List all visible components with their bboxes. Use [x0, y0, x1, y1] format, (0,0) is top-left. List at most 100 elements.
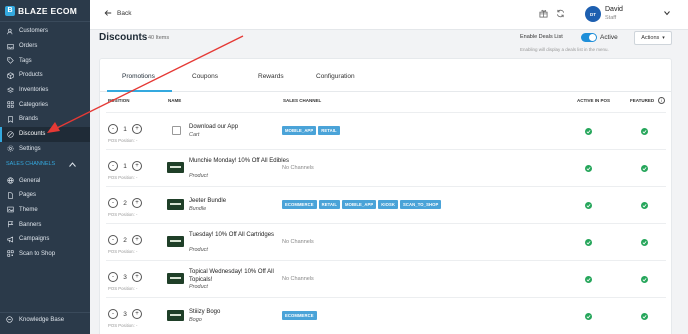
position-value: 2 [123, 199, 127, 207]
discount-name[interactable]: Tuesday! 10% Off All Cartridges [189, 231, 289, 239]
tab-rewards[interactable]: Rewards [258, 73, 284, 80]
file-icon [6, 191, 14, 199]
sidebar-item-inventories[interactable]: Inventories [0, 83, 90, 98]
active-in-pos-check-icon [585, 313, 592, 320]
decrement-button[interactable]: - [108, 198, 118, 208]
sidebar-item-orders[interactable]: Orders [0, 39, 90, 54]
increment-button[interactable]: + [132, 272, 142, 282]
refresh-icon[interactable] [556, 9, 565, 18]
sidebar-item-label: Theme [19, 206, 38, 213]
pos-position-caption: POS Position: - [108, 249, 138, 254]
table-row[interactable]: -3 + POS Position: - Topical Wednesday! 10%… [106, 260, 666, 297]
tab-configuration[interactable]: Configuration [316, 73, 355, 80]
sidebar-item-settings[interactable]: Settings [0, 142, 90, 157]
avatar[interactable]: DT [585, 6, 601, 22]
sidebar-item-categories[interactable]: Categories [0, 97, 90, 112]
knowledge-base-link[interactable]: Knowledge Base [0, 312, 90, 326]
back-button[interactable]: Back [104, 9, 131, 17]
sidebar-item-scan-to-shop[interactable]: Scan to Shop [0, 247, 90, 262]
table-row[interactable]: -1 + POS Position: - Munchie Monday! 10% Of… [106, 149, 666, 186]
table-row[interactable]: -2 + POS Position: - Tuesday! 10% Off All C… [106, 223, 666, 260]
discount-type: Product [189, 284, 208, 290]
layers-icon [6, 86, 14, 94]
col-sales-channel[interactable]: SALES CHANNEL [283, 98, 321, 103]
table-header: POSITION NAME SALES CHANNEL ACTIVE IN PO… [100, 97, 671, 107]
globe-icon [6, 177, 14, 185]
table-row[interactable]: -1 + POS Position: - Download our App Cart MO… [106, 112, 666, 149]
sidebar-item-general[interactable]: General [0, 173, 90, 188]
gift-icon[interactable] [539, 9, 548, 18]
increment-button[interactable]: + [132, 235, 142, 245]
discount-name[interactable]: Topical Wednesday! 10% Off All Topicals! [189, 268, 289, 284]
decrement-button[interactable]: - [108, 272, 118, 282]
help-icon[interactable]: i [658, 97, 665, 104]
actions-dropdown[interactable]: Actions ▾ [634, 31, 672, 45]
discount-name[interactable]: Stiiizy Bogo [189, 308, 289, 316]
inbox-icon [6, 42, 14, 50]
sidebar-item-label: Inventories [19, 87, 49, 94]
col-name[interactable]: NAME [168, 98, 181, 103]
increment-button[interactable]: + [132, 198, 142, 208]
discount-type: Product [189, 247, 208, 253]
discount-name[interactable]: Munchie Monday! 10% Off All Edibles [189, 157, 289, 165]
sidebar-item-discounts[interactable]: Discounts [0, 126, 90, 142]
increment-button[interactable]: + [132, 124, 142, 134]
sidebar-item-banners[interactable]: Banners [0, 217, 90, 232]
sidebar-item-theme[interactable]: Theme [0, 203, 90, 218]
decrement-button[interactable]: - [108, 161, 118, 171]
tab-promotions[interactable]: Promotions [122, 73, 155, 80]
chevron-down-icon[interactable] [664, 10, 670, 16]
sidebar-item-products[interactable]: Products [0, 68, 90, 83]
table-row[interactable]: -3 + POS Position: - Stiiizy Bogo Bogo ECOMME… [106, 297, 666, 334]
user-name[interactable]: David [605, 6, 623, 13]
col-active-in-pos[interactable]: ACTIVE IN POS [577, 98, 610, 103]
sidebar-item-label: Tags [19, 57, 32, 64]
active-in-pos-check-icon [585, 202, 592, 209]
brand-logo[interactable]: B BLAZE ECOM [0, 0, 90, 22]
discount-type: Bogo [189, 317, 202, 323]
featured-check-icon [641, 239, 648, 246]
sidebar-item-label: Settings [19, 145, 41, 152]
tag-icon [6, 57, 14, 65]
qr-icon [6, 250, 14, 258]
tab-coupons[interactable]: Coupons [192, 73, 218, 80]
col-featured[interactable]: FEATURED [630, 98, 654, 103]
decrement-button[interactable]: - [108, 235, 118, 245]
sidebar-item-campaigns[interactable]: Campaigns [0, 232, 90, 247]
enable-deals-toggle[interactable] [581, 33, 597, 42]
sidebar-item-tags[interactable]: Tags [0, 53, 90, 68]
sidebar-item-label: Customers [19, 28, 49, 35]
book-icon [6, 316, 14, 324]
logo-icon: B [5, 5, 15, 16]
page-title: Discounts [99, 32, 148, 43]
increment-button[interactable]: + [132, 161, 142, 171]
active-tab-indicator [107, 90, 172, 92]
sidebar-item-label: Categories [19, 101, 49, 108]
active-in-pos-check-icon [585, 128, 592, 135]
user-role: Staff [605, 15, 617, 21]
sales-channels-header[interactable]: SALES CHANNELS [0, 157, 90, 171]
decrement-button[interactable]: - [108, 309, 118, 319]
channel-badge: MOBILE_APP [342, 200, 377, 209]
enable-deals-help: Enabling will display a deals list in th… [520, 47, 609, 52]
position-value: 1 [123, 125, 127, 133]
increment-button[interactable]: + [132, 309, 142, 319]
sidebar-item-pages[interactable]: Pages [0, 188, 90, 203]
decrement-button[interactable]: - [108, 124, 118, 134]
position-stepper: -3 + [108, 309, 142, 319]
sidebar-item-label: Discounts [19, 131, 46, 138]
active-in-pos-check-icon [585, 165, 592, 172]
no-channels-text: No Channels [282, 165, 314, 171]
active-in-pos-check-icon [585, 276, 592, 283]
table-row[interactable]: -2 + POS Position: - Jeeter Bundle Bundle ECO… [106, 186, 666, 223]
sidebar-item-customers[interactable]: Customers [0, 24, 90, 39]
discount-name[interactable]: Download our App [189, 123, 289, 131]
pos-position-caption: POS Position: - [108, 212, 138, 217]
no-channels-text: No Channels [282, 276, 314, 282]
channel-badge: RETAIL [318, 200, 341, 209]
col-position[interactable]: POSITION [108, 98, 130, 103]
sidebar-item-brands[interactable]: Brands [0, 112, 90, 127]
flag-icon [6, 221, 14, 229]
discount-name[interactable]: Jeeter Bundle [189, 197, 289, 205]
item-count: 40 Items [148, 35, 170, 41]
